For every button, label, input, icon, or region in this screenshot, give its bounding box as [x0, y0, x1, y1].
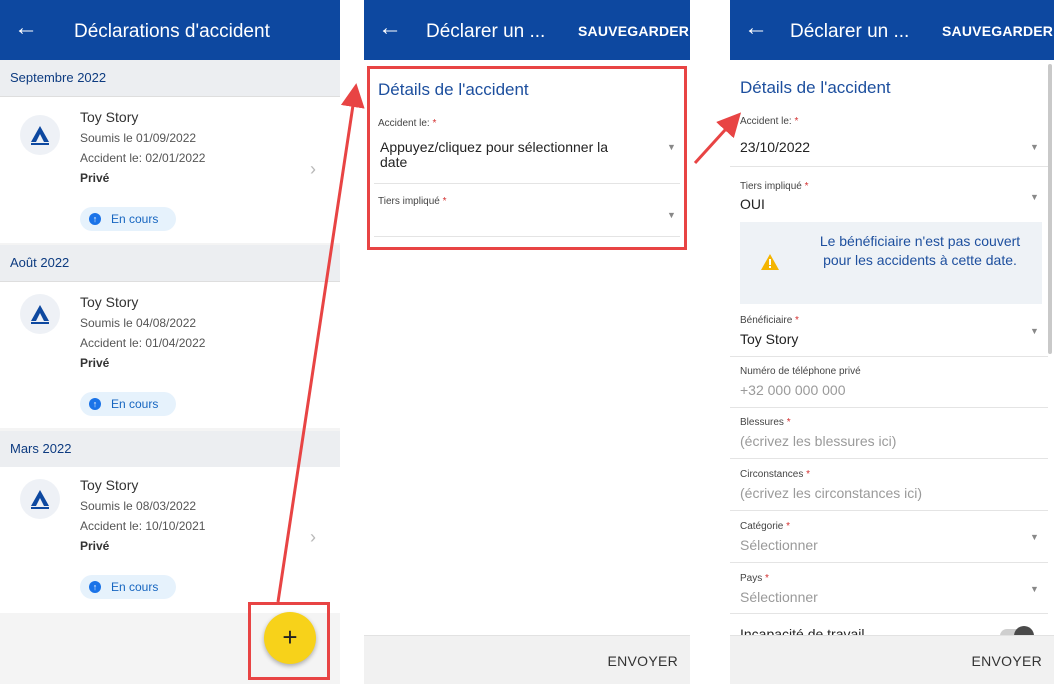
arrow-left-icon[interactable]: ←	[744, 14, 768, 42]
warning-icon	[761, 254, 779, 270]
claim-card[interactable]: Toy Story Soumis le 04/08/2022 Accident …	[0, 282, 340, 428]
accident-list-screen: ← Déclarations d'accident Septembre 2022…	[0, 0, 340, 684]
dropdown-arrow-icon: ▼	[1030, 142, 1039, 152]
claim-submitted: Soumis le 01/09/2022	[80, 131, 197, 145]
app-bar: ← Déclarer un ... SAUVEGARDER	[730, 0, 1054, 60]
save-button[interactable]: SAUVEGARDER	[942, 23, 1053, 39]
app-bar: ← Déclarer un ... SAUVEGARDER	[364, 0, 690, 60]
status-badge: ↑ En cours	[80, 207, 176, 231]
field-underline	[730, 510, 1048, 511]
country-field[interactable]: Sélectionner	[740, 589, 818, 605]
country-label: Pays *	[740, 573, 769, 584]
status-badge: ↑ En cours	[80, 392, 176, 416]
claim-accident-date: Accident le: 01/04/2022	[80, 336, 206, 350]
page-title: Déclarer un ...	[790, 21, 910, 42]
scrollbar[interactable]	[1048, 64, 1052, 354]
month-header: Septembre 2022	[0, 60, 340, 97]
arrow-up-circle-icon: ↑	[89, 581, 101, 593]
accident-date-field[interactable]: 23/10/2022	[740, 139, 810, 155]
declare-form-filled: ← Déclarer un ... SAUVEGARDER Détails de…	[730, 0, 1054, 684]
dropdown-arrow-icon: ▼	[1030, 532, 1039, 542]
circumstances-label: Circonstances *	[740, 469, 811, 480]
coverage-warning: Le bénéficiaire n'est pas couvert pour l…	[740, 222, 1042, 304]
arrow-up-circle-icon: ↑	[89, 398, 101, 410]
claim-accident-date: Accident le: 02/01/2022	[80, 151, 206, 165]
claim-name: Toy Story	[80, 109, 139, 125]
month-header: Août 2022	[0, 245, 340, 282]
status-label: En cours	[111, 580, 159, 594]
claim-submitted: Soumis le 04/08/2022	[80, 316, 197, 330]
annotation-highlight-fab	[248, 602, 330, 680]
claim-name: Toy Story	[80, 294, 139, 310]
circumstances-field[interactable]: (écrivez les circonstances ici)	[740, 485, 922, 501]
claim-type: Privé	[80, 356, 110, 370]
insurer-logo	[20, 115, 60, 155]
status-badge: ↑ En cours	[80, 575, 176, 599]
month-header: Mars 2022	[0, 431, 340, 468]
page-title: Déclarer un ...	[426, 21, 546, 42]
insurer-logo	[20, 294, 60, 334]
claim-accident-date: Accident le: 10/10/2021	[80, 519, 206, 533]
field-underline	[730, 562, 1048, 563]
insurer-logo	[20, 479, 60, 519]
injuries-field[interactable]: (écrivez les blessures ici)	[740, 433, 896, 449]
claim-name: Toy Story	[80, 477, 139, 493]
dropdown-arrow-icon: ▼	[1030, 326, 1039, 336]
bottom-bar: ENVOYER	[364, 635, 690, 684]
dropdown-arrow-icon: ▼	[1030, 192, 1039, 202]
beneficiary-label: Bénéficiaire *	[740, 315, 799, 326]
third-party-label: Tiers impliqué *	[740, 181, 809, 192]
arrow-left-icon[interactable]: ←	[14, 14, 38, 42]
third-party-field[interactable]: OUI	[740, 196, 765, 212]
page-title: Déclarations d'accident	[74, 21, 270, 42]
field-underline	[730, 356, 1048, 357]
field-underline	[730, 458, 1048, 459]
accident-date-label: Accident le: *	[740, 116, 799, 127]
chevron-right-icon: ›	[310, 527, 316, 547]
category-field[interactable]: Sélectionner	[740, 537, 818, 553]
send-button[interactable]: ENVOYER	[971, 653, 1042, 669]
annotation-highlight-form	[367, 66, 687, 250]
bottom-bar: ENVOYER	[730, 635, 1054, 684]
field-underline	[730, 613, 1048, 614]
claim-card[interactable]: Toy Story Soumis le 08/03/2022 Accident …	[0, 467, 340, 613]
chevron-right-icon: ›	[310, 159, 316, 179]
send-button[interactable]: ENVOYER	[607, 653, 678, 669]
category-label: Catégorie *	[740, 521, 791, 532]
arrow-left-icon[interactable]: ←	[378, 14, 402, 42]
arrow-up-circle-icon: ↑	[89, 213, 101, 225]
warning-text: Le bénéficiaire n'est pas couvert pour l…	[819, 233, 1021, 268]
status-label: En cours	[111, 212, 159, 226]
injuries-label: Blessures *	[740, 417, 791, 428]
field-underline	[730, 407, 1048, 408]
beneficiary-field[interactable]: Toy Story	[740, 331, 798, 347]
claim-card[interactable]: Toy Story Soumis le 01/09/2022 Accident …	[0, 97, 340, 243]
claim-type: Privé	[80, 171, 110, 185]
section-title: Détails de l'accident	[740, 78, 891, 97]
save-button[interactable]: SAUVEGARDER	[578, 23, 689, 39]
status-label: En cours	[111, 397, 159, 411]
app-bar: ← Déclarations d'accident	[0, 0, 340, 60]
dropdown-arrow-icon: ▼	[1030, 584, 1039, 594]
claim-type: Privé	[80, 539, 110, 553]
phone-field[interactable]: +32 000 000 000	[740, 382, 846, 398]
annotation-arrow	[693, 112, 742, 165]
claim-submitted: Soumis le 08/03/2022	[80, 499, 197, 513]
phone-label: Numéro de téléphone privé	[740, 366, 861, 377]
field-underline	[730, 166, 1048, 167]
